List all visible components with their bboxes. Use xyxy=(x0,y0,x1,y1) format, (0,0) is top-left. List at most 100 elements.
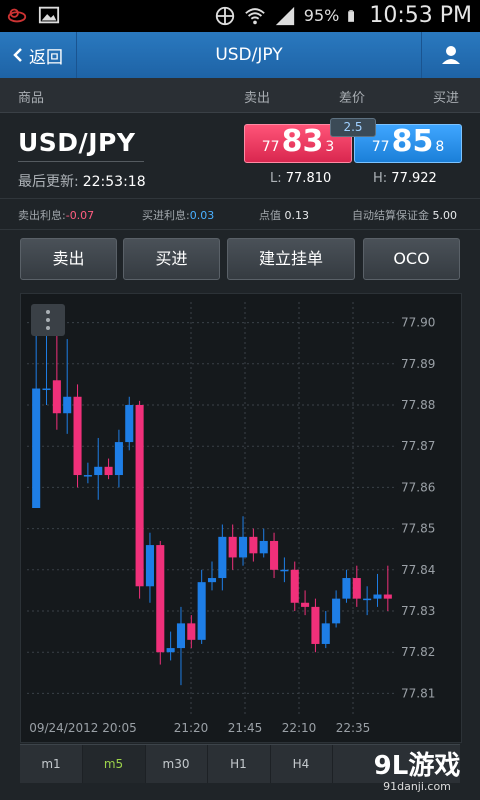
page-title: USD/JPY xyxy=(215,45,283,65)
candle-up xyxy=(207,578,217,583)
high-price: H: 77.922 xyxy=(373,171,437,186)
watermark-title: 9L游戏 xyxy=(373,751,461,781)
watermark-logo: 9L游戏 91danji.com xyxy=(362,752,472,796)
candle-down xyxy=(301,602,310,607)
sync-icon xyxy=(215,6,234,25)
timeframe-tab-h1[interactable]: H1 xyxy=(208,745,271,783)
battery-icon xyxy=(348,9,355,22)
wifi-icon xyxy=(245,7,265,24)
x-tick-label: 09/24/2012 20:05 xyxy=(29,721,137,735)
sell-interest-label: 卖出利息: xyxy=(18,209,66,222)
candle-up xyxy=(94,466,103,476)
buy-interest-value: 0.03 xyxy=(189,209,215,222)
account-button[interactable] xyxy=(421,32,480,78)
timeframe-tab-m30[interactable]: m30 xyxy=(145,745,208,783)
candle-down xyxy=(228,536,237,558)
cloud-icon xyxy=(7,8,27,23)
pip-value-label: 点值 xyxy=(259,209,281,222)
oco-button[interactable]: OCO xyxy=(363,238,460,280)
candle-up xyxy=(342,578,351,599)
timeframe-tab-h4[interactable]: H4 xyxy=(270,745,333,783)
candle-down xyxy=(249,536,258,554)
y-tick-label: 77.90 xyxy=(401,316,435,330)
y-tick-label: 77.88 xyxy=(401,398,435,412)
y-tick-label: 77.85 xyxy=(401,522,435,536)
candle-down xyxy=(311,606,320,644)
auto-margin: 自动结算保证金 5.00 xyxy=(352,207,457,223)
dot-icon xyxy=(46,326,50,330)
x-tick-label: 21:45 xyxy=(228,721,263,735)
sell-price-pip: 3 xyxy=(325,139,335,155)
spread-badge: 2.5 xyxy=(330,118,376,137)
sell-button[interactable]: 卖出 xyxy=(20,238,117,280)
high-label: H: xyxy=(373,171,388,186)
y-tick-label: 77.89 xyxy=(401,357,435,371)
header-buy: 买进 xyxy=(433,91,460,106)
buy-price-big: 85 xyxy=(391,124,434,159)
header-sell: 卖出 xyxy=(244,91,271,106)
pip-value-value: 0.13 xyxy=(284,209,310,222)
x-tick-label: 22:10 xyxy=(282,721,317,735)
low-value: 77.810 xyxy=(285,171,332,186)
buy-interest: 买进利息:0.03 xyxy=(142,207,214,223)
user-icon xyxy=(442,46,460,64)
chart-menu-button[interactable] xyxy=(31,304,65,336)
buy-button[interactable]: 买进 xyxy=(123,238,220,280)
chevron-left-icon xyxy=(13,48,22,62)
price-chart[interactable]: 77.90 77.89 77.88 77.87 77.86 77.85 77.84 77.83… xyxy=(20,293,462,743)
candle-up xyxy=(63,396,72,414)
candle-up xyxy=(373,594,382,599)
auto-margin-label: 自动结算保证金 xyxy=(352,209,429,222)
candle-down xyxy=(187,623,196,640)
candle-up xyxy=(332,598,341,624)
sell-price-big: 83 xyxy=(281,124,324,159)
y-tick-label: 77.84 xyxy=(401,563,435,577)
candle-up xyxy=(42,388,51,391)
candle-down xyxy=(135,405,144,587)
y-tick-label: 77.86 xyxy=(401,480,435,494)
instrument-info-row: 卖出利息:-0.07 买进利息:0.03 点值 0.13 自动结算保证金 5.0… xyxy=(0,198,480,230)
candle-down xyxy=(52,380,61,414)
battery-percent: 95% xyxy=(303,6,340,25)
status-bar: 95% 10:53 PM xyxy=(0,0,480,32)
timeframe-tab-m5[interactable]: m5 xyxy=(82,745,146,783)
candle-up xyxy=(321,623,330,644)
candle-up xyxy=(166,648,175,653)
candle-down xyxy=(104,466,113,476)
candle-up xyxy=(280,569,289,572)
candle-down xyxy=(270,540,279,570)
app-bar: 返回 USD/JPY xyxy=(0,32,480,79)
candle-down xyxy=(290,569,299,603)
candle-down xyxy=(73,396,82,476)
timeframe-tab-m1[interactable]: m1 xyxy=(20,745,83,783)
candle-up xyxy=(259,540,268,554)
low-label: L: xyxy=(270,171,282,186)
watermark-url: 91danji.com xyxy=(383,780,451,793)
buy-price-prefix: 77 xyxy=(371,139,390,155)
candle-up xyxy=(197,582,206,640)
back-button[interactable]: 返回 xyxy=(0,32,77,78)
auto-margin-value: 5.00 xyxy=(432,209,458,222)
last-update-label: 最后更新: xyxy=(18,174,79,190)
candle-up xyxy=(363,598,372,601)
low-price: L: 77.810 xyxy=(270,171,331,186)
y-tick-label: 77.81 xyxy=(401,686,435,700)
header-product: 商品 xyxy=(18,91,45,106)
buy-price-pip: 8 xyxy=(435,139,445,155)
create-order-button[interactable]: 建立挂单 xyxy=(227,238,355,280)
x-tick-label: 21:20 xyxy=(174,721,209,735)
candle-up xyxy=(32,388,41,508)
sell-interest-value: -0.07 xyxy=(65,209,95,222)
pip-value: 点值 0.13 xyxy=(259,207,309,223)
candle-up xyxy=(125,405,134,443)
y-tick-label: 77.83 xyxy=(401,604,435,618)
last-update-time: 22:53:18 xyxy=(82,174,146,190)
candle-down xyxy=(352,578,361,599)
sell-interest: 卖出利息:-0.07 xyxy=(18,207,94,223)
candle-down xyxy=(156,545,165,653)
candlestick-chart: 77.90 77.89 77.88 77.87 77.86 77.85 77.84 77.83… xyxy=(27,302,435,735)
buy-interest-label: 买进利息: xyxy=(142,209,190,222)
candle-up xyxy=(145,545,154,587)
header-spread: 差价 xyxy=(339,91,366,106)
last-update: 最后更新: 22:53:18 xyxy=(18,171,146,191)
